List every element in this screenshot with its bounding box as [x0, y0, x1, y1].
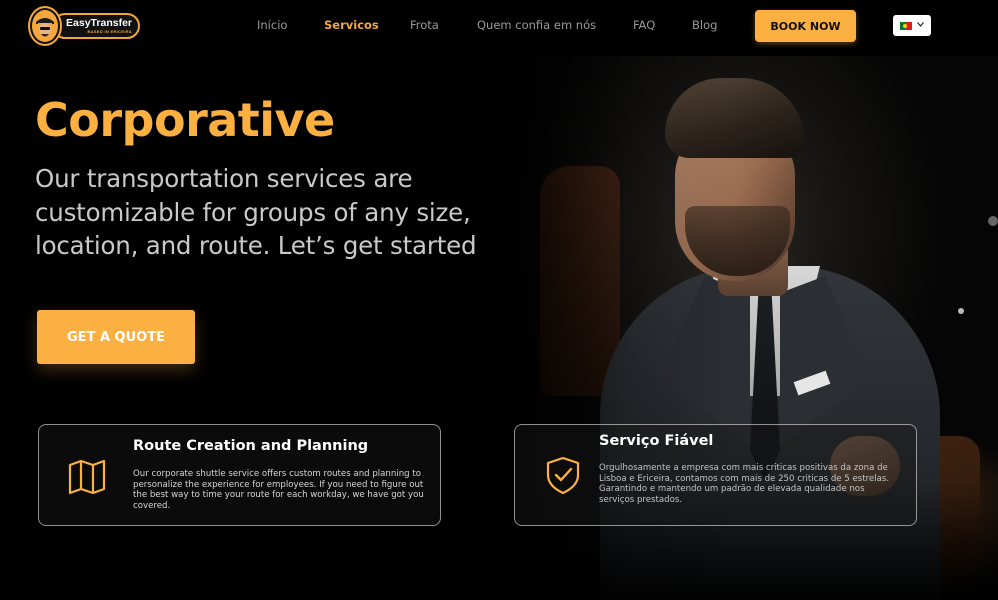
card-title: Serviço Fiável — [599, 433, 714, 449]
nav-link-servicos[interactable]: Servicos — [324, 18, 379, 32]
feature-card-route-planning: Route Creation and Planning Our corporat… — [38, 424, 441, 526]
card-title: Route Creation and Planning — [133, 438, 369, 454]
nav-link-quem-confia[interactable]: Quem confia em nós — [477, 18, 596, 32]
brand-logo[interactable]: EasyTransfer BASED IN ERICEIRA — [30, 5, 140, 47]
page-title: Corporative — [35, 93, 335, 147]
hero-subtitle: Our transportation services are customiz… — [35, 164, 477, 260]
nav-link-faq[interactable]: FAQ — [633, 18, 655, 32]
nav-link-inicio[interactable]: Início — [257, 18, 287, 32]
book-now-button[interactable]: BOOK NOW — [755, 10, 856, 42]
portugal-flag-icon — [900, 21, 912, 30]
get-a-quote-button[interactable]: GET A QUOTE — [37, 310, 195, 364]
nav-link-frota[interactable]: Frota — [410, 18, 439, 32]
driver-mascot-icon — [30, 8, 61, 44]
brand-tagline: BASED IN ERICEIRA — [87, 29, 132, 34]
card-description: Our corporate shuttle service offers cus… — [133, 469, 424, 512]
shield-check-icon — [543, 455, 583, 495]
brand-name: EasyTransfer — [66, 17, 132, 29]
map-icon — [67, 457, 107, 497]
nav-link-blog[interactable]: Blog — [692, 18, 717, 32]
chevron-down-icon — [917, 22, 924, 29]
top-navigation: EasyTransfer BASED IN ERICEIRA Início Se… — [0, 0, 998, 56]
language-selector[interactable] — [893, 15, 931, 36]
feature-card-reliable-service: Serviço Fiável Orgulhosamente a empresa … — [514, 424, 917, 526]
card-description: Orgulhosamente a empresa com mais critic… — [599, 463, 890, 506]
